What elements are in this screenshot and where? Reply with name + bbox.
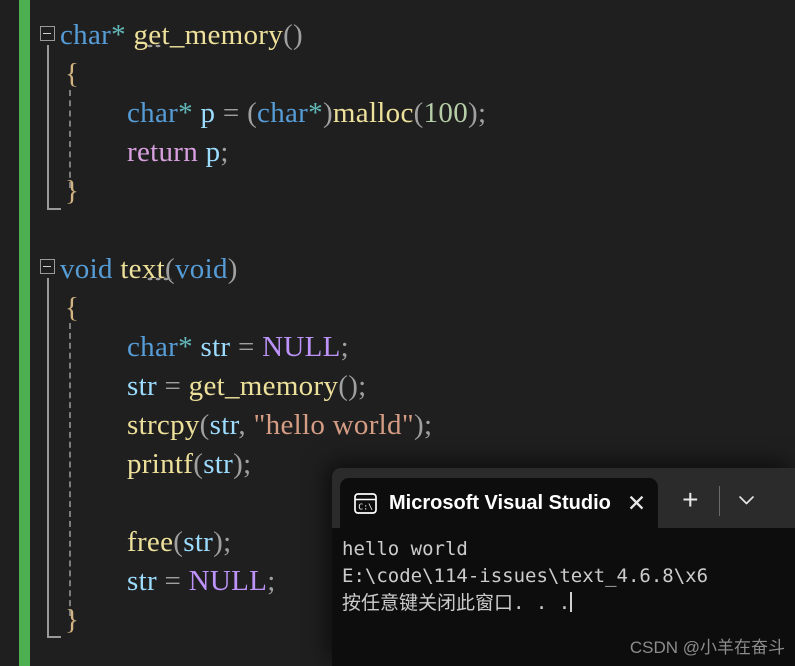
code-token: ;	[220, 136, 229, 168]
code-token: )	[413, 409, 424, 441]
code-token: (	[413, 97, 424, 129]
code-line: char* get_memory()	[60, 21, 303, 50]
outline-bracket-text	[47, 278, 61, 638]
terminal-output-line: hello world	[342, 538, 468, 560]
code-line: printf(str);	[127, 450, 251, 479]
code-line: strcpy(str, "hello world");	[127, 411, 432, 440]
code-token: p	[205, 136, 221, 168]
code-token: =	[230, 331, 263, 363]
new-tab-button[interactable]: +	[682, 486, 698, 514]
code-token: {	[65, 292, 80, 324]
code-token: NULL	[188, 565, 268, 597]
collapse-toggle-text[interactable]	[40, 259, 55, 274]
code-token: *	[111, 19, 126, 51]
code-token: void	[60, 253, 113, 285]
code-token: printf	[127, 448, 194, 480]
code-token: =	[156, 565, 189, 597]
code-token: ()	[283, 19, 303, 51]
code-token: p	[200, 97, 216, 129]
code-token: ;	[243, 448, 252, 480]
code-token: )	[233, 448, 244, 480]
code-token: str	[203, 448, 234, 480]
code-token: )	[213, 526, 224, 558]
terminal-output-line: E:\code\114-issues\text_4.6.8\x6	[342, 565, 709, 587]
code-token: str	[183, 526, 214, 558]
code-token: ;	[267, 565, 276, 597]
code-token: *	[178, 97, 193, 129]
code-token: ;	[358, 370, 367, 402]
code-token: (	[193, 448, 204, 480]
terminal-window[interactable]: C:\ Microsoft Visual Studio ✕ + hello wo…	[332, 468, 795, 666]
indent-guide-text	[69, 323, 71, 616]
code-token: 100	[423, 97, 469, 129]
code-line: char* str = NULL;	[127, 333, 349, 362]
close-icon[interactable]: ✕	[627, 491, 646, 515]
code-token: char	[60, 19, 112, 51]
code-line: char* p = (char*)malloc(100);	[127, 99, 486, 128]
code-token: char	[257, 97, 309, 129]
terminal-tab-title: Microsoft Visual Studio	[389, 491, 611, 514]
indent-guide-get-memory	[69, 90, 71, 188]
code-line: }	[65, 177, 79, 206]
code-token: (	[165, 253, 175, 285]
code-token: NULL	[262, 331, 341, 363]
code-token: malloc	[332, 97, 414, 129]
code-line: str = get_memory();	[127, 372, 367, 401]
code-line: }	[65, 606, 79, 635]
code-token: get_memory	[133, 19, 284, 51]
code-token: str	[200, 331, 231, 363]
code-token: {	[65, 58, 80, 90]
code-token: str	[127, 565, 157, 597]
code-token: )	[322, 97, 333, 129]
code-token: char	[127, 331, 179, 363]
svg-text:C:\: C:\	[358, 501, 373, 511]
code-token: strcpy	[127, 409, 200, 441]
collapse-toggle-get-memory[interactable]	[40, 26, 55, 41]
terminal-title-bar[interactable]: C:\ Microsoft Visual Studio ✕ +	[332, 468, 795, 528]
terminal-cursor	[570, 592, 573, 612]
terminal-output-line-text: 按任意键关闭此窗口. . .	[342, 592, 571, 614]
code-token: )	[468, 97, 478, 129]
code-token: ()	[338, 370, 359, 402]
code-line: {	[65, 60, 79, 89]
command-prompt-icon: C:\	[354, 492, 377, 514]
code-line: return p;	[127, 138, 229, 167]
code-token: (	[247, 97, 258, 129]
code-token: *	[308, 97, 323, 129]
code-token: ,	[238, 409, 254, 441]
toolbar-divider	[718, 486, 720, 516]
code-line: free(str);	[127, 528, 231, 557]
code-token: =	[156, 370, 189, 402]
code-token: *	[178, 331, 193, 363]
code-line: {	[65, 294, 79, 323]
code-token: ;	[477, 97, 487, 129]
code-token: str	[209, 409, 239, 441]
code-token: ;	[223, 526, 232, 558]
watermark: CSDN @小羊在奋斗	[629, 638, 785, 657]
change-marker-bar	[19, 0, 30, 666]
code-token: }	[65, 604, 80, 636]
code-token: ;	[340, 331, 350, 363]
code-token: (	[199, 409, 210, 441]
code-token: void	[174, 253, 228, 285]
terminal-tab[interactable]: C:\ Microsoft Visual Studio ✕	[340, 478, 659, 528]
outline-bracket-get-memory	[47, 45, 61, 210]
code-token: free	[127, 526, 174, 558]
code-line: void text(void)	[60, 255, 238, 284]
chevron-down-icon[interactable]	[738, 491, 755, 511]
terminal-output-line: 按任意键关闭此窗口. . .	[342, 590, 795, 617]
code-token: ;	[423, 409, 433, 441]
code-token: }	[65, 175, 80, 207]
code-token: get_memory	[188, 370, 339, 402]
code-token: =	[215, 97, 248, 129]
code-token: char	[127, 97, 179, 129]
code-token: text	[120, 253, 166, 285]
code-line: str = NULL;	[127, 567, 276, 596]
code-token: return	[127, 136, 199, 168]
code-token: )	[227, 253, 238, 285]
code-token: "hello world"	[253, 409, 414, 441]
code-token: str	[127, 370, 157, 402]
code-token: (	[173, 526, 184, 558]
